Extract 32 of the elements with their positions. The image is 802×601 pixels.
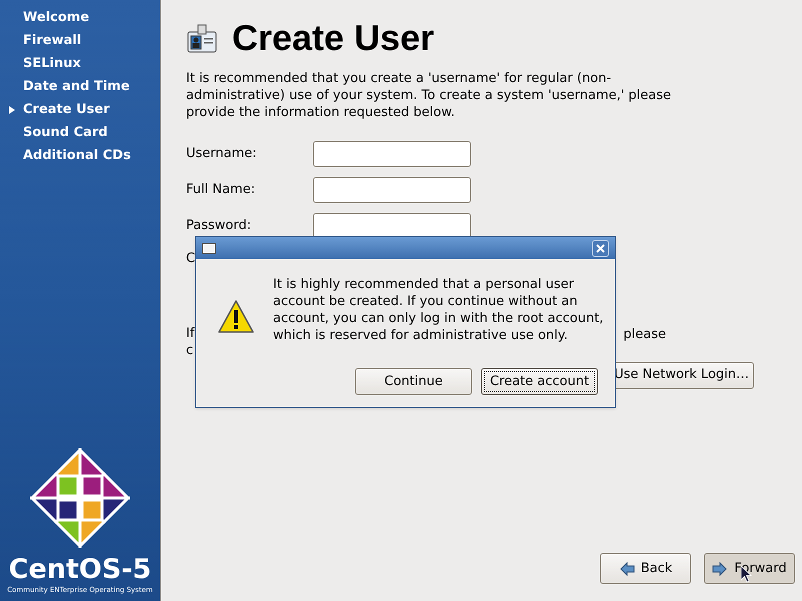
- warning-icon: [218, 300, 254, 333]
- sidebar-step: Create User: [23, 100, 110, 120]
- dialog-message: It is highly recommended that a personal user account be created. If you continue without an account, you can only log in with the root account, which is reserved for administrative use only.: [273, 276, 604, 344]
- sidebar-step: Sound Card: [23, 122, 108, 142]
- sidebar-step: Welcome: [23, 8, 90, 28]
- sidebar-step: Additional CDs: [23, 146, 131, 166]
- field-label: Username:: [186, 145, 258, 164]
- sidebar-step: SELinux: [23, 54, 81, 74]
- id-badge-icon: [186, 22, 218, 54]
- left-arrow-icon: [618, 560, 635, 576]
- sidebar-step: Date and Time: [23, 76, 130, 96]
- dialog-button[interactable]: Create account: [481, 368, 598, 395]
- field-label: Full Name:: [186, 181, 256, 200]
- sidebar-step: Firewall: [23, 30, 82, 50]
- back-button[interactable]: Back: [600, 553, 691, 584]
- dialog-button[interactable]: Continue: [355, 368, 472, 395]
- text-field[interactable]: [313, 177, 471, 203]
- info-text: please: [623, 326, 666, 344]
- close-button[interactable]: [592, 240, 609, 256]
- info-text: c: [186, 342, 194, 358]
- info-text: If: [186, 324, 194, 342]
- text-field[interactable]: [313, 141, 471, 167]
- page-title: Create User: [232, 20, 434, 56]
- intro-paragraph: It is recommended that you create a 'username' for regular (non-administrative) use of your system. To create a system 'username,' please provide the information requested below.: [186, 70, 672, 121]
- current-step-icon: [8, 106, 14, 114]
- logo-wordmark: CentOS-5: [8, 554, 152, 586]
- window-icon: [202, 242, 216, 254]
- logo-icon: [30, 448, 130, 548]
- field-label: Password:: [186, 217, 252, 236]
- close-icon: [596, 244, 605, 252]
- right-arrow-icon: [712, 560, 728, 576]
- field-label: C: [186, 250, 196, 268]
